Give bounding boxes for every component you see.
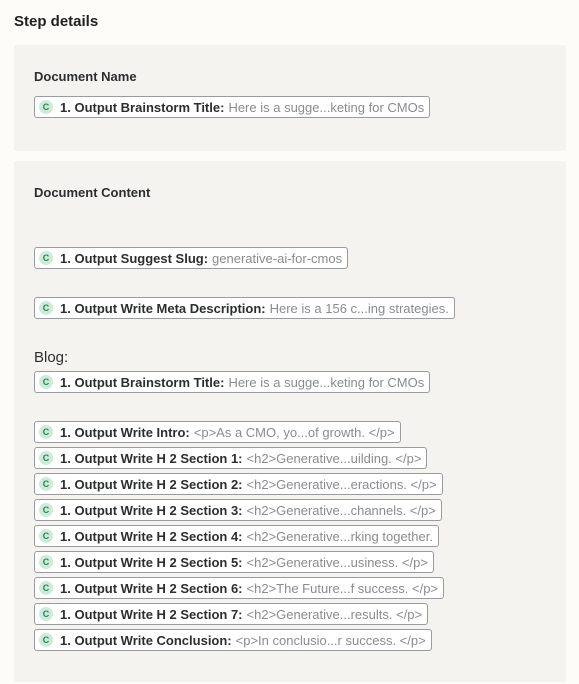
intro-pill[interactable]: C 1. Output Write Intro: <p>As a CMO, yo… [34, 421, 401, 443]
pill-value: <h2>Generative...eractions. </p> [246, 476, 437, 492]
pill-value: generative-ai-for-cmos [212, 250, 343, 266]
pill-label: 1. Output Suggest Slug: [60, 250, 209, 266]
pill-value: <h2>Generative...uilding. </p> [246, 450, 422, 466]
chatgpt-app-icon: C [39, 425, 53, 439]
pill-label: 1. Output Write H 2 Section 6: [60, 580, 243, 596]
pill-value: <h2>The Future...f success. </p> [246, 580, 439, 596]
pill-value: Here is a sugge...keting for CMOs [228, 374, 425, 390]
pill-label: 1. Output Write H 2 Section 3: [60, 502, 243, 518]
meta-description-pill[interactable]: C 1. Output Write Meta Description: Here… [34, 297, 455, 319]
chatgpt-app-icon: C [39, 375, 53, 389]
pill-value: <h2>Generative...channels. </p> [246, 502, 436, 518]
pill-label: 1. Output Brainstorm Title: [60, 99, 225, 115]
chatgpt-app-icon: C [39, 477, 53, 491]
pill-label: 1. Output Write H 2 Section 2: [60, 476, 243, 492]
section-title: Step details [14, 13, 99, 30]
chatgpt-app-icon: C [39, 607, 53, 621]
pill-label: 1. Output Write H 2 Section 4: [60, 528, 243, 544]
chatgpt-app-icon: C [39, 633, 53, 647]
blog-heading-text: Blog: [34, 349, 69, 366]
document-name-panel: Document Name C 1. Output Brainstorm Tit… [14, 45, 566, 151]
section-1-pill[interactable]: C 1. Output Write H 2 Section 1: <h2>Gen… [34, 447, 428, 469]
document-content-panel: Document Content C 1. Output Suggest Slu… [14, 161, 566, 682]
section-4-pill[interactable]: C 1. Output Write H 2 Section 4: <h2>Gen… [34, 525, 439, 547]
chatgpt-app-icon: C [39, 503, 53, 517]
section-6-pill[interactable]: C 1. Output Write H 2 Section 6: <h2>The… [34, 577, 445, 599]
chatgpt-app-icon: C [39, 555, 53, 569]
conclusion-pill[interactable]: C 1. Output Write Conclusion: <p>In conc… [34, 629, 432, 651]
pill-value: <p>In conclusio...r success. </p> [235, 632, 426, 648]
chatgpt-app-icon: C [39, 451, 53, 465]
blog-title-pill[interactable]: C 1. Output Brainstorm Title: Here is a … [34, 371, 431, 393]
pill-value: <h2>Generative...rking together. [246, 528, 433, 544]
pill-value: <h2>Generative...results. </p> [246, 606, 423, 622]
pill-value: Here is a 156 c...ing strategies. [269, 300, 449, 316]
chatgpt-app-icon: C [39, 581, 53, 595]
pill-label: 1. Output Write Conclusion: [60, 632, 232, 648]
pill-label: 1. Output Write H 2 Section 7: [60, 606, 243, 622]
pill-label: 1. Output Brainstorm Title: [60, 374, 225, 390]
document-name-label: Document Name [34, 69, 137, 84]
pill-value: <h2>Generative...usiness. </p> [246, 554, 428, 570]
slug-pill[interactable]: C 1. Output Suggest Slug: generative-ai-… [34, 247, 349, 269]
pill-value: <p>As a CMO, yo...of growth. </p> [193, 424, 395, 440]
pill-label: 1. Output Write Intro: [60, 424, 190, 440]
pill-value: Here is a sugge...keting for CMOs [228, 99, 425, 115]
chatgpt-app-icon: C [39, 301, 53, 315]
pill-label: 1. Output Write H 2 Section 5: [60, 554, 243, 570]
step-details-page: Step details Document Name C 1. Output B… [0, 0, 579, 684]
document-content-label: Document Content [34, 185, 151, 200]
section-2-pill[interactable]: C 1. Output Write H 2 Section 2: <h2>Gen… [34, 473, 443, 495]
chatgpt-app-icon: C [39, 529, 53, 543]
chatgpt-app-icon: C [39, 100, 53, 114]
section-5-pill[interactable]: C 1. Output Write H 2 Section 5: <h2>Gen… [34, 551, 434, 573]
pill-label: 1. Output Write Meta Description: [60, 300, 266, 316]
section-7-pill[interactable]: C 1. Output Write H 2 Section 7: <h2>Gen… [34, 603, 429, 625]
chatgpt-app-icon: C [39, 251, 53, 265]
section-3-pill[interactable]: C 1. Output Write H 2 Section 3: <h2>Gen… [34, 499, 442, 521]
pill-label: 1. Output Write H 2 Section 1: [60, 450, 243, 466]
document-name-pill[interactable]: C 1. Output Brainstorm Title: Here is a … [34, 96, 431, 118]
